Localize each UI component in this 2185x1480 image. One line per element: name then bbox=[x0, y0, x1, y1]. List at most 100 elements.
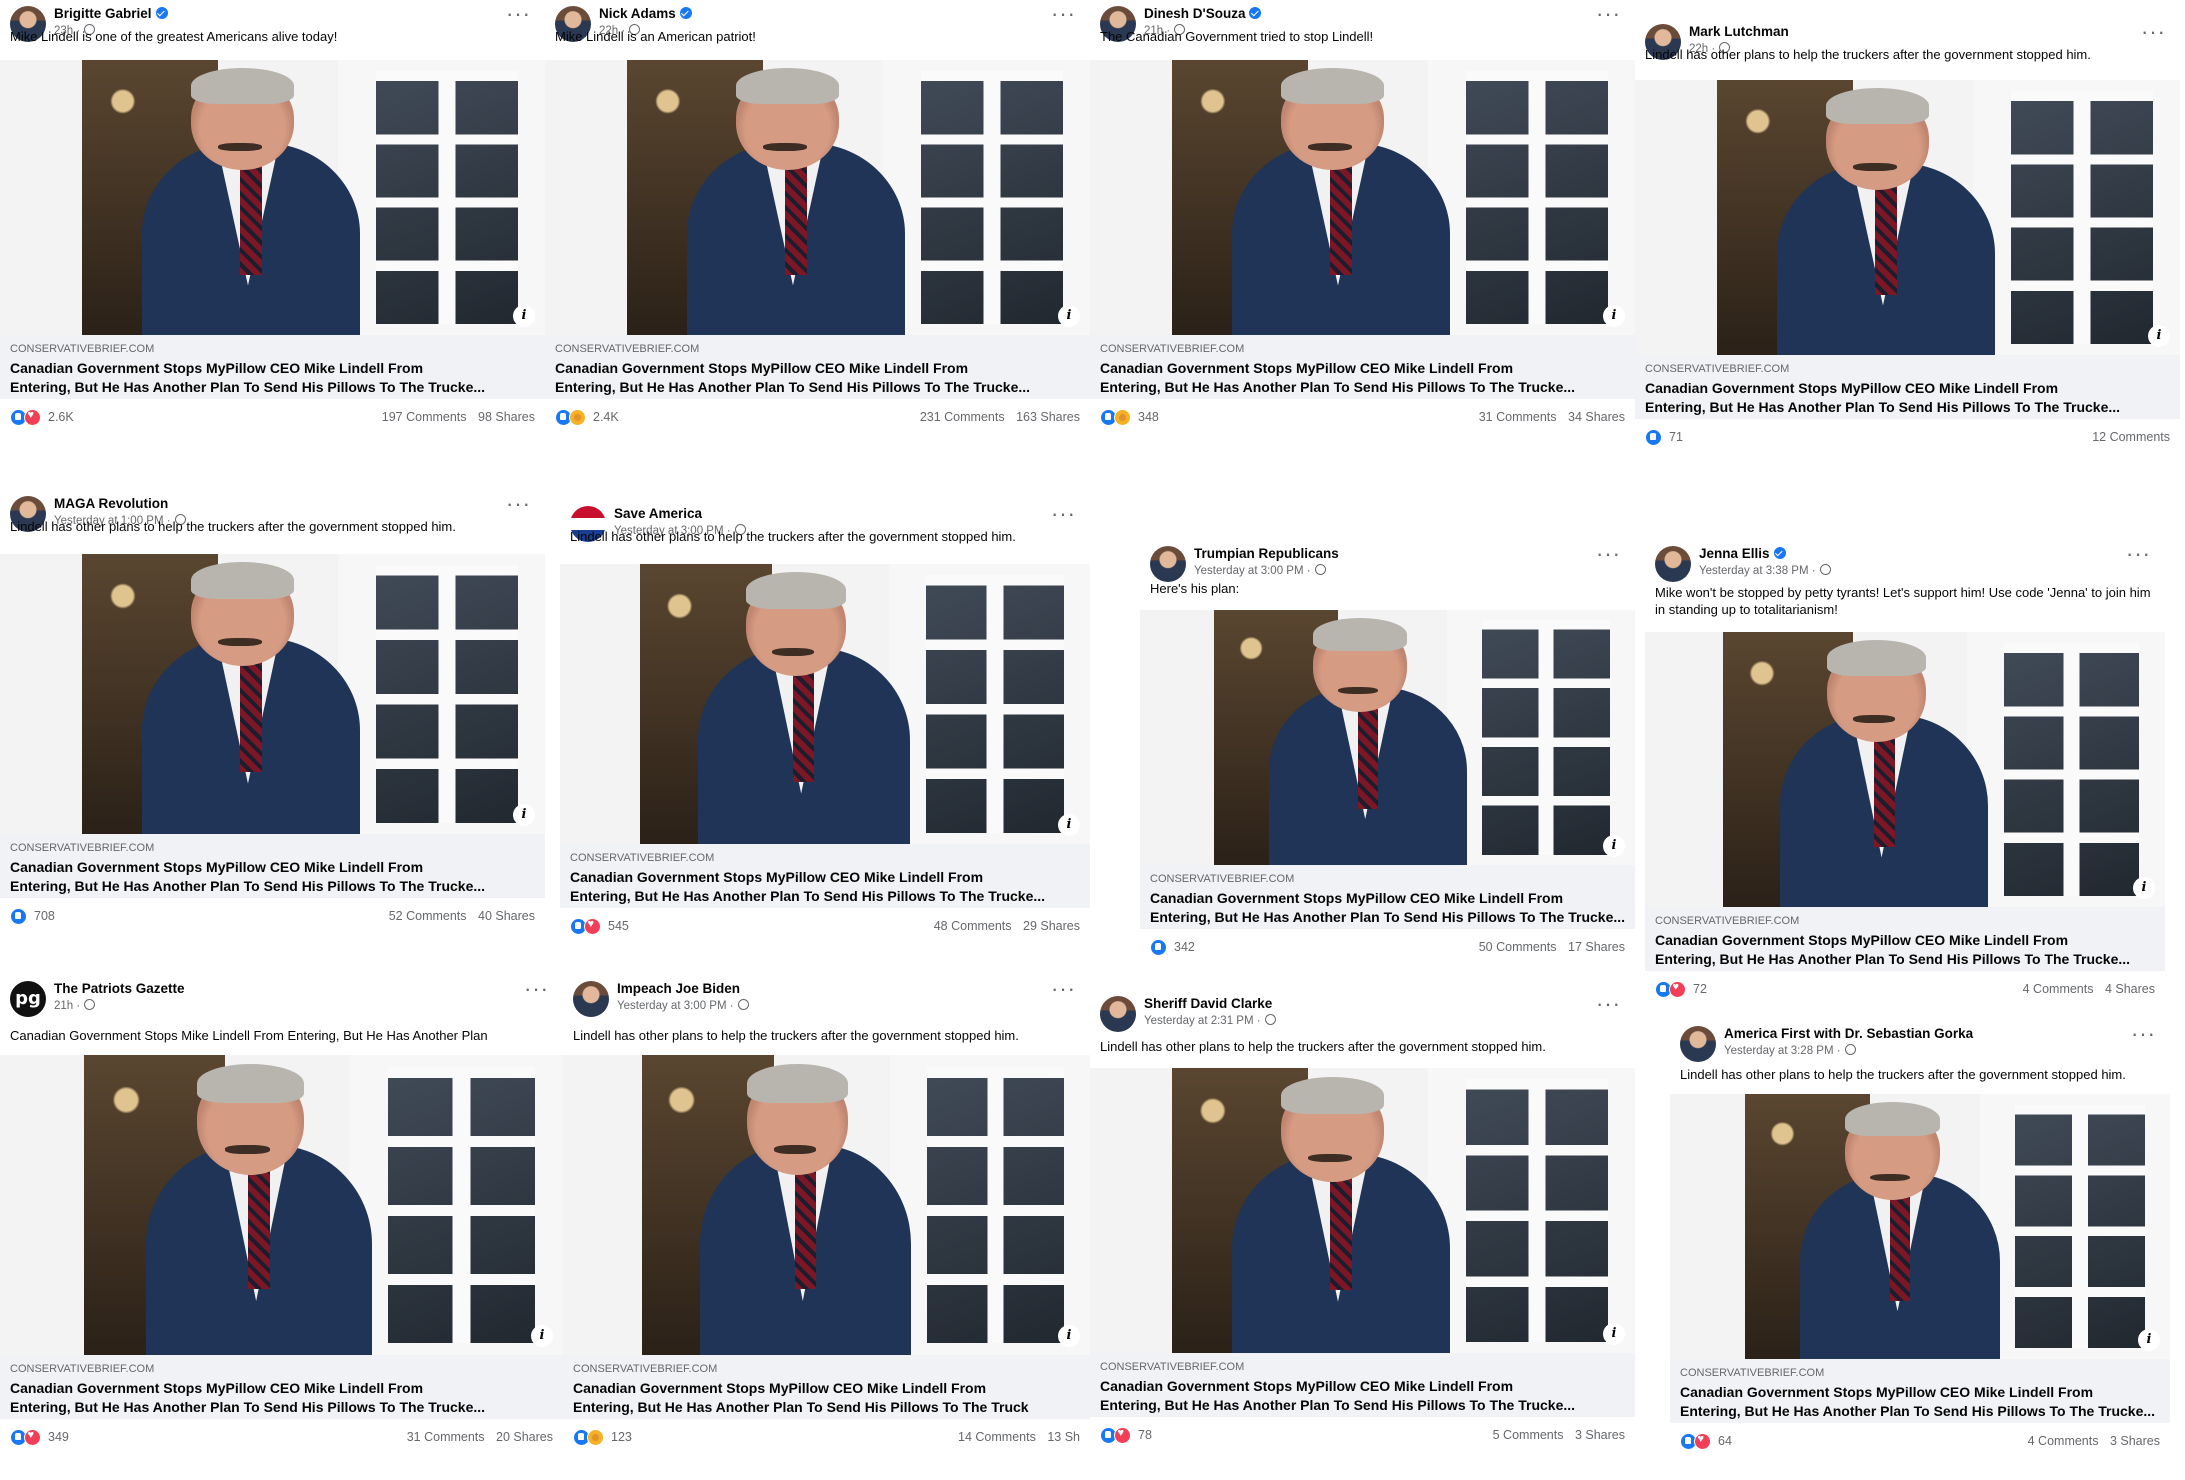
shares-count[interactable]: 3 Shares bbox=[2110, 1434, 2160, 1448]
link-preview[interactable]: CONSERVATIVEBRIEF.COM Canadian Government… bbox=[1635, 355, 2180, 419]
link-preview-image[interactable]: i bbox=[1645, 632, 2165, 907]
reaction-summary[interactable]: 348 bbox=[1100, 409, 1159, 426]
page-name-text[interactable]: Nick Adams bbox=[599, 6, 676, 21]
shares-count[interactable]: 40 Shares bbox=[478, 909, 535, 923]
reaction-summary[interactable]: 708 bbox=[10, 908, 55, 925]
page-name-text[interactable]: Dinesh D'Souza bbox=[1144, 6, 1245, 21]
more-options-icon[interactable]: ··· bbox=[506, 493, 531, 515]
page-name[interactable]: MAGA Revolution bbox=[54, 496, 168, 511]
link-headline[interactable]: Canadian Government Stops MyPillow CEO M… bbox=[1645, 379, 2172, 417]
info-icon[interactable]: i bbox=[1603, 305, 1625, 327]
link-headline[interactable]: Canadian Government Stops MyPillow CEO M… bbox=[10, 858, 537, 896]
page-name-text[interactable]: America First with Dr. Sebastian Gorka bbox=[1724, 1026, 1973, 1041]
shares-count[interactable]: 20 Shares bbox=[496, 1430, 553, 1444]
info-icon[interactable]: i bbox=[2133, 877, 2155, 899]
reaction-summary[interactable]: 71 bbox=[1645, 429, 1683, 446]
avatar[interactable] bbox=[1100, 996, 1136, 1032]
page-name[interactable]: Dinesh D'Souza bbox=[1144, 6, 1262, 21]
comments-count[interactable]: 52 Comments bbox=[389, 909, 467, 923]
page-name-text[interactable]: Save America bbox=[614, 506, 702, 521]
more-options-icon[interactable]: ··· bbox=[1051, 978, 1076, 1000]
link-preview[interactable]: CONSERVATIVEBRIEF.COM Canadian Government… bbox=[563, 1355, 1090, 1419]
info-icon[interactable]: i bbox=[1603, 1323, 1625, 1345]
link-preview[interactable]: CONSERVATIVEBRIEF.COM Canadian Government… bbox=[560, 844, 1090, 908]
more-options-icon[interactable]: ··· bbox=[524, 978, 549, 1000]
post-timestamp[interactable]: Yesterday at 3:38 PM · bbox=[1699, 564, 1831, 577]
comments-count[interactable]: 197 Comments bbox=[382, 410, 467, 424]
reaction-summary[interactable]: 342 bbox=[1150, 939, 1195, 956]
link-preview-image[interactable]: i bbox=[563, 1055, 1090, 1355]
more-options-icon[interactable]: ··· bbox=[2126, 543, 2151, 565]
link-preview-image[interactable]: i bbox=[560, 564, 1090, 844]
comments-count[interactable]: 4 Comments bbox=[2023, 982, 2094, 996]
more-options-icon[interactable]: ··· bbox=[506, 3, 531, 25]
comments-count[interactable]: 48 Comments bbox=[934, 919, 1012, 933]
post-timestamp[interactable]: Yesterday at 3:00 PM · bbox=[617, 999, 749, 1012]
page-name[interactable]: Impeach Joe Biden bbox=[617, 981, 740, 996]
info-icon[interactable]: i bbox=[1603, 835, 1625, 857]
post-timestamp[interactable]: Yesterday at 3:28 PM · bbox=[1724, 1044, 1856, 1057]
link-headline[interactable]: Canadian Government Stops MyPillow CEO M… bbox=[573, 1379, 1082, 1417]
link-preview[interactable]: CONSERVATIVEBRIEF.COM Canadian Government… bbox=[0, 1355, 563, 1419]
timestamp-text[interactable]: Yesterday at 3:00 PM bbox=[1194, 565, 1304, 577]
reaction-summary[interactable]: 78 bbox=[1100, 1427, 1152, 1444]
reaction-summary[interactable]: 64 bbox=[1680, 1433, 1732, 1450]
link-preview-image[interactable]: i bbox=[1635, 80, 2180, 355]
page-name[interactable]: Jenna Ellis bbox=[1699, 546, 1786, 561]
comments-count[interactable]: 31 Comments bbox=[407, 1430, 485, 1444]
more-options-icon[interactable]: ··· bbox=[2141, 21, 2166, 43]
link-headline[interactable]: Canadian Government Stops MyPillow CEO M… bbox=[1680, 1383, 2162, 1421]
page-name-text[interactable]: Impeach Joe Biden bbox=[617, 981, 740, 996]
link-preview-image[interactable]: i bbox=[0, 60, 545, 335]
reaction-summary[interactable]: 72 bbox=[1655, 981, 1707, 998]
comments-count[interactable]: 31 Comments bbox=[1479, 410, 1557, 424]
shares-count[interactable]: 17 Shares bbox=[1568, 940, 1625, 954]
page-name[interactable]: The Patriots Gazette bbox=[54, 981, 185, 996]
avatar[interactable]: pg bbox=[10, 981, 46, 1017]
page-name[interactable]: Mark Lutchman bbox=[1689, 24, 1789, 39]
more-options-icon[interactable]: ··· bbox=[1596, 993, 1621, 1015]
shares-count[interactable]: 29 Shares bbox=[1023, 919, 1080, 933]
info-icon[interactable]: i bbox=[513, 305, 535, 327]
link-headline[interactable]: Canadian Government Stops MyPillow CEO M… bbox=[555, 359, 1082, 397]
info-icon[interactable]: i bbox=[2138, 1329, 2160, 1351]
comments-count[interactable]: 4 Comments bbox=[2028, 1434, 2099, 1448]
info-icon[interactable]: i bbox=[2148, 325, 2170, 347]
page-name[interactable]: Trumpian Republicans bbox=[1194, 546, 1339, 561]
avatar[interactable] bbox=[1680, 1026, 1716, 1062]
reaction-summary[interactable]: 2.6K bbox=[10, 409, 74, 426]
shares-count[interactable]: 13 Sh bbox=[1047, 1430, 1080, 1444]
link-preview-image[interactable]: i bbox=[1670, 1094, 2170, 1359]
comments-count[interactable]: 12 Comments bbox=[2092, 430, 2170, 444]
page-name-text[interactable]: Sheriff David Clarke bbox=[1144, 996, 1272, 1011]
timestamp-text[interactable]: Yesterday at 2:31 PM bbox=[1144, 1015, 1254, 1027]
comments-count[interactable]: 50 Comments bbox=[1479, 940, 1557, 954]
link-preview[interactable]: CONSERVATIVEBRIEF.COM Canadian Government… bbox=[1645, 907, 2165, 971]
link-headline[interactable]: Canadian Government Stops MyPillow CEO M… bbox=[1100, 1377, 1627, 1415]
page-name-text[interactable]: MAGA Revolution bbox=[54, 496, 168, 511]
more-options-icon[interactable]: ··· bbox=[1596, 3, 1621, 25]
timestamp-text[interactable]: Yesterday at 3:28 PM bbox=[1724, 1045, 1834, 1057]
shares-count[interactable]: 4 Shares bbox=[2105, 982, 2155, 996]
more-options-icon[interactable]: ··· bbox=[1051, 3, 1076, 25]
page-name-text[interactable]: The Patriots Gazette bbox=[54, 981, 185, 996]
avatar[interactable] bbox=[573, 981, 609, 1017]
link-headline[interactable]: Canadian Government Stops MyPillow CEO M… bbox=[1150, 889, 1627, 927]
link-preview-image[interactable]: i bbox=[545, 60, 1090, 335]
page-name[interactable]: Sheriff David Clarke bbox=[1144, 996, 1272, 1011]
page-name[interactable]: America First with Dr. Sebastian Gorka bbox=[1724, 1026, 1973, 1041]
link-headline[interactable]: Canadian Government Stops MyPillow CEO M… bbox=[10, 359, 537, 397]
page-name-text[interactable]: Mark Lutchman bbox=[1689, 24, 1789, 39]
page-name-text[interactable]: Jenna Ellis bbox=[1699, 546, 1770, 561]
timestamp-text[interactable]: 21h bbox=[54, 1000, 73, 1012]
link-headline[interactable]: Canadian Government Stops MyPillow CEO M… bbox=[10, 1379, 555, 1417]
shares-count[interactable]: 34 Shares bbox=[1568, 410, 1625, 424]
page-name[interactable]: Nick Adams bbox=[599, 6, 692, 21]
link-preview[interactable]: CONSERVATIVEBRIEF.COM Canadian Government… bbox=[1140, 865, 1635, 929]
post-timestamp[interactable]: Yesterday at 2:31 PM · bbox=[1144, 1014, 1276, 1027]
timestamp-text[interactable]: Yesterday at 3:00 PM bbox=[617, 1000, 727, 1012]
more-options-icon[interactable]: ··· bbox=[1596, 543, 1621, 565]
timestamp-text[interactable]: Yesterday at 3:38 PM bbox=[1699, 565, 1809, 577]
info-icon[interactable]: i bbox=[1058, 305, 1080, 327]
link-headline[interactable]: Canadian Government Stops MyPillow CEO M… bbox=[1655, 931, 2157, 969]
